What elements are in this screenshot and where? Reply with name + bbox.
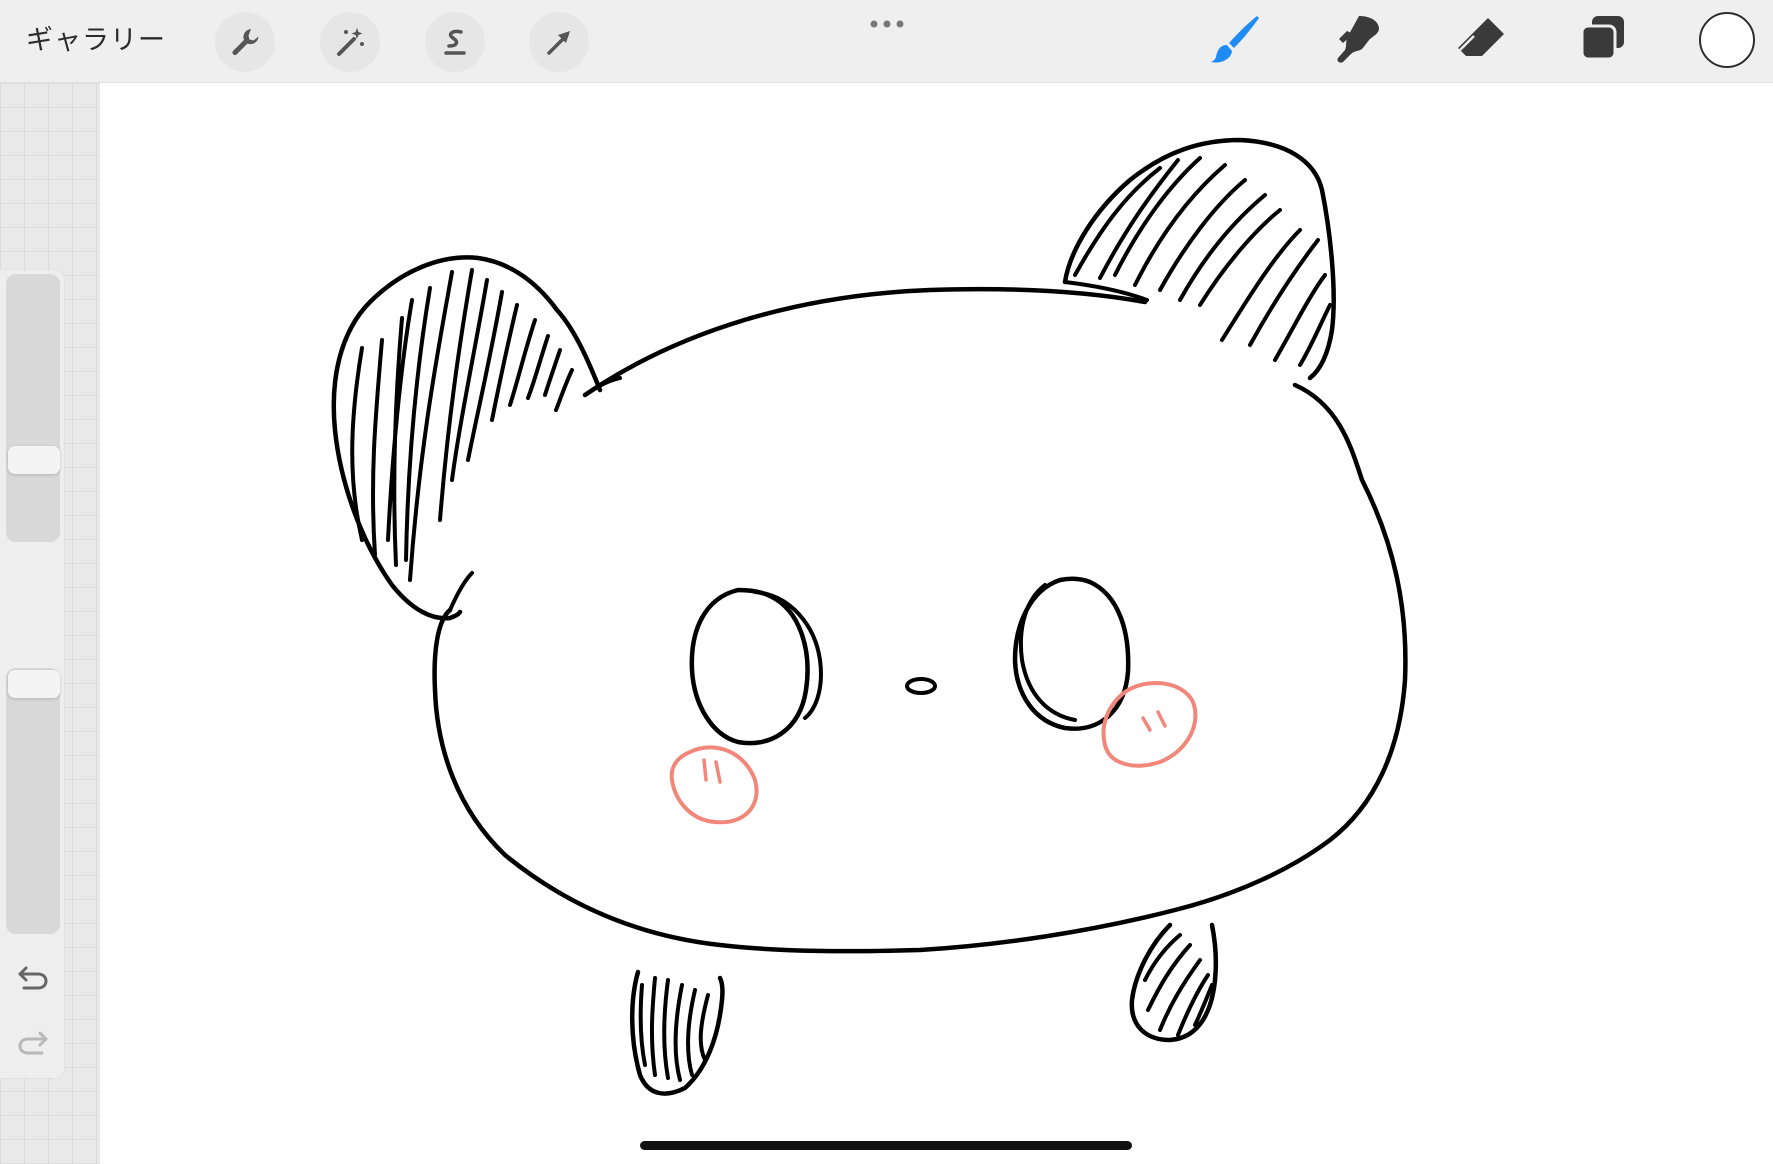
more-options-icon[interactable] xyxy=(869,14,905,28)
top-toolbar: ギャラリー xyxy=(0,0,1773,83)
magic-wand-icon xyxy=(332,24,368,60)
redo-icon[interactable] xyxy=(16,1028,50,1058)
opacity-slider[interactable] xyxy=(6,668,60,934)
drawing-canvas[interactable] xyxy=(100,83,1773,1164)
transform-arrow-icon xyxy=(541,24,577,60)
opacity-thumb[interactable] xyxy=(8,670,60,698)
eraser-icon xyxy=(1452,10,1510,72)
brush-size-thumb[interactable] xyxy=(8,446,60,474)
color-picker-swatch[interactable] xyxy=(1699,12,1755,68)
bear-sketch xyxy=(331,137,1408,1096)
smudge-tool-button[interactable] xyxy=(1327,10,1389,72)
gallery-button[interactable]: ギャラリー xyxy=(26,22,166,60)
eraser-tool-button[interactable] xyxy=(1450,10,1512,72)
selection-button[interactable] xyxy=(425,12,485,72)
undo-icon[interactable] xyxy=(16,963,50,993)
selection-icon xyxy=(437,24,473,60)
wrench-icon xyxy=(227,24,263,60)
layers-button[interactable] xyxy=(1572,10,1634,72)
adjustments-button[interactable] xyxy=(320,12,380,72)
transform-button[interactable] xyxy=(529,12,589,72)
actions-button[interactable] xyxy=(215,12,275,72)
brush-size-slider[interactable] xyxy=(6,274,60,542)
brush-icon xyxy=(1207,10,1265,72)
smudge-icon xyxy=(1329,10,1387,72)
layers-icon xyxy=(1574,10,1632,72)
sidebar xyxy=(0,270,64,1078)
brush-tool-button[interactable] xyxy=(1205,10,1267,72)
home-indicator xyxy=(640,1141,1132,1150)
